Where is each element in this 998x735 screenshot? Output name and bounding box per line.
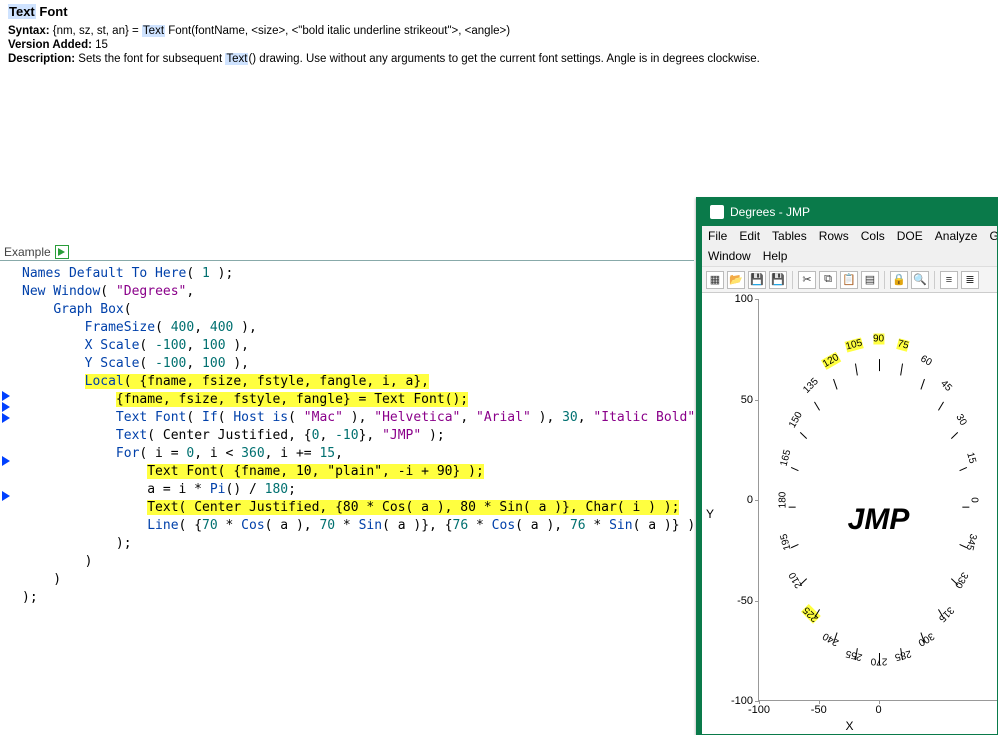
degree-label: 210 [787, 570, 805, 590]
menu-rows[interactable]: Rows [819, 229, 849, 243]
menubar[interactable]: File Edit Tables Rows Cols DOE Analyze Gra Wind… [702, 226, 997, 267]
code-text[interactable]: Names Default To Here( 1 ); New Window( … [0, 261, 694, 607]
degree-label: 30 [954, 412, 969, 427]
degree-label: 345 [963, 532, 978, 551]
radial-tick [879, 653, 880, 665]
syntax-row: Syntax: {nm, sz, st, an} = Text Font(fon… [8, 25, 990, 37]
degree-label: 240 [821, 630, 841, 648]
degree-label: 285 [894, 648, 913, 663]
radial-tick [951, 432, 958, 439]
marker-icon[interactable] [2, 413, 10, 423]
center-jmp-text: JMP [848, 503, 910, 537]
y-tick-label: 100 [723, 293, 759, 305]
marker-icon[interactable] [2, 402, 10, 412]
copy-icon[interactable]: ⧉ [819, 271, 837, 289]
chart-area[interactable]: Y X 100500-50-100-100-500JMP015304560759… [702, 293, 997, 735]
paste-icon[interactable]: 📋 [840, 271, 858, 289]
window-title: Degrees - JMP [730, 205, 810, 219]
menu-window[interactable]: Window [708, 249, 751, 263]
y-tick-label: -50 [723, 595, 759, 607]
search-icon[interactable]: 🔍 [911, 271, 929, 289]
open-icon[interactable]: 📂 [727, 271, 745, 289]
lock-icon[interactable]: 🔒 [890, 271, 908, 289]
degree-label: 135 [801, 377, 821, 397]
marker-icon[interactable] [2, 491, 10, 501]
radial-tick [960, 468, 967, 472]
degree-label: 300 [916, 630, 936, 648]
list-icon[interactable]: ≡ [940, 271, 958, 289]
degree-label: 60 [919, 353, 934, 368]
table-icon[interactable]: ▦ [706, 271, 724, 289]
list2-icon[interactable]: ≣ [961, 271, 979, 289]
degree-label: 180 [777, 492, 788, 509]
doc-title: Text Font [8, 4, 990, 19]
toolbar[interactable]: ▦📂💾💾✂⧉📋▤🔒🔍≡≣ [702, 267, 997, 293]
degree-label: 315 [936, 604, 956, 624]
marker-icon[interactable] [2, 456, 10, 466]
radial-tick [900, 364, 903, 376]
degree-label: 45 [938, 378, 954, 394]
radial-tick [788, 507, 795, 508]
degree-label: 75 [896, 338, 910, 352]
menu-help[interactable]: Help [763, 249, 788, 263]
radial-tick [920, 379, 925, 390]
degree-label: 225 [801, 604, 821, 624]
radial-tick [963, 507, 970, 508]
doc-header: Text Font Syntax: {nm, sz, st, an} = Tex… [0, 0, 998, 69]
menu-cols[interactable]: Cols [861, 229, 885, 243]
degree-label: 255 [844, 648, 863, 663]
degree-label: 330 [952, 570, 970, 590]
degree-label: 165 [779, 449, 794, 468]
description-row: Description: Sets the font for subsequen… [8, 53, 990, 65]
radial-tick [833, 379, 838, 390]
example-heading: Example [4, 245, 69, 259]
degree-label: 120 [821, 352, 841, 370]
radial-tick [800, 432, 807, 439]
degree-label: 105 [844, 337, 863, 352]
data-filter-icon[interactable]: ▤ [861, 271, 879, 289]
menu-analyze[interactable]: Analyze [935, 229, 978, 243]
cut-icon[interactable]: ✂ [798, 271, 816, 289]
code-editor[interactable]: Names Default To Here( 1 ); New Window( … [0, 260, 694, 735]
y-tick-label: 50 [723, 394, 759, 406]
menu-tables[interactable]: Tables [772, 229, 807, 243]
degree-label: 150 [787, 410, 805, 430]
title-highlight: Text [8, 4, 36, 19]
jmp-output-window[interactable]: Degrees - JMP File Edit Tables Rows Cols DOE A… [696, 197, 998, 735]
x-axis-label: X [845, 719, 853, 733]
app-icon [710, 205, 724, 219]
menu-gra[interactable]: Gra [989, 229, 998, 243]
marker-icon[interactable] [2, 391, 10, 401]
radial-tick [855, 364, 858, 376]
radial-tick [879, 359, 880, 371]
degree-label: 195 [779, 532, 794, 551]
version-row: Version Added: 15 [8, 39, 990, 51]
save-icon[interactable]: 💾 [748, 271, 766, 289]
window-titlebar[interactable]: Degrees - JMP [702, 198, 997, 226]
y-axis-label: Y [706, 507, 714, 521]
menu-file[interactable]: File [708, 229, 727, 243]
plot-frame[interactable]: 100500-50-100-100-500JMP0153045607590105… [758, 299, 997, 701]
radial-tick [814, 402, 820, 411]
degree-label: 0 [969, 497, 980, 503]
radial-tick [938, 402, 944, 411]
save-all-icon[interactable]: 💾 [769, 271, 787, 289]
degree-label: 15 [964, 452, 978, 466]
run-script-icon[interactable] [55, 245, 69, 259]
menu-edit[interactable]: Edit [739, 229, 760, 243]
y-tick-label: 0 [723, 494, 759, 506]
radial-tick [791, 468, 798, 472]
degree-label: 90 [873, 334, 884, 345]
menu-doe[interactable]: DOE [897, 229, 923, 243]
